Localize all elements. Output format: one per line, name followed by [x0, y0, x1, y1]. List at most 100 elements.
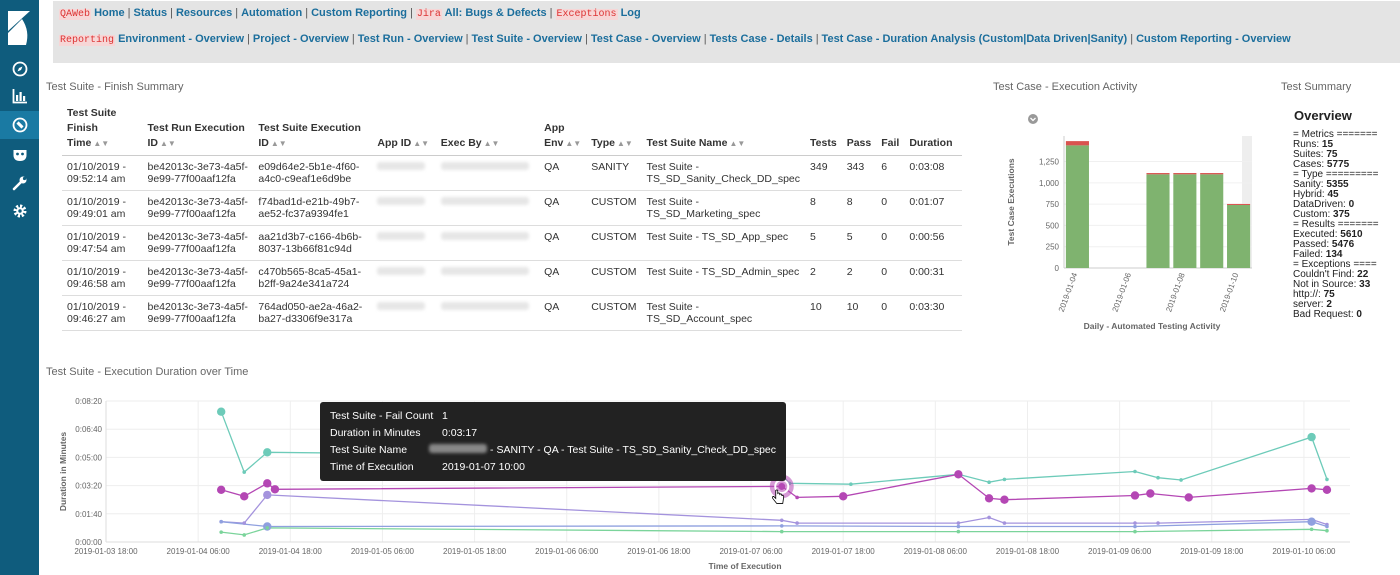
data-point[interactable] — [242, 521, 247, 525]
bar-failed[interactable] — [1065, 141, 1089, 146]
nav-primary-link-6[interactable]: Exceptions Log — [555, 7, 641, 20]
data-point[interactable] — [795, 495, 799, 500]
data-point[interactable] — [779, 518, 784, 523]
column-header-pass[interactable]: Pass — [841, 104, 877, 156]
nav-reporting-link-3[interactable]: Test Suite - Overview — [472, 33, 582, 45]
nav-reporting-link-6[interactable]: Test Case - Duration Analysis (Custom|Da… — [822, 33, 1128, 45]
data-point[interactable] — [779, 524, 784, 528]
management-gear-icon[interactable] — [0, 197, 39, 225]
data-point[interactable] — [956, 521, 961, 525]
data-point[interactable] — [984, 494, 994, 503]
nav-reporting-link-5[interactable]: Tests Case - Details — [710, 33, 813, 45]
discover-compass-icon[interactable] — [0, 55, 39, 83]
data-point[interactable] — [1322, 485, 1332, 495]
nav-primary-link-3[interactable]: Automation — [241, 7, 302, 19]
data-point[interactable] — [242, 533, 247, 537]
data-point[interactable] — [1307, 517, 1316, 526]
bar-failed[interactable] — [1200, 173, 1224, 175]
bar-passed[interactable] — [1227, 204, 1251, 268]
sort-icon[interactable]: ▲▼ — [617, 139, 633, 148]
dev-tools-wrench-icon[interactable] — [0, 169, 39, 197]
sort-icon[interactable]: ▲▼ — [93, 139, 109, 148]
sort-icon[interactable]: ▲▼ — [565, 139, 581, 148]
bar-passed[interactable] — [1173, 174, 1197, 268]
data-point[interactable] — [1002, 477, 1007, 482]
nav-primary-link-5[interactable]: Jira All: Bugs & Defects — [415, 7, 547, 20]
table-row[interactable]: 01/10/2019 - 09:52:14 am be42013c-3e73-4a… — [62, 155, 962, 191]
data-point[interactable] — [216, 407, 226, 416]
data-point[interactable] — [1156, 521, 1160, 525]
data-point[interactable] — [1000, 495, 1009, 504]
column-header-app-id[interactable]: App ID ▲▼ — [372, 104, 436, 156]
data-point[interactable] — [219, 530, 223, 534]
data-point[interactable] — [263, 479, 272, 488]
sort-icon[interactable]: ▲▼ — [484, 139, 500, 148]
timelion-mask-icon[interactable] — [0, 141, 39, 169]
data-point[interactable] — [956, 524, 961, 529]
nav-reporting-link-0[interactable]: Reporting Environment - Overview — [59, 33, 244, 46]
data-point[interactable] — [1130, 491, 1140, 500]
nav-primary-link-1[interactable]: Status — [134, 7, 168, 19]
column-header-exec-by[interactable]: Exec By ▲▼ — [435, 104, 540, 156]
data-point[interactable] — [1133, 529, 1137, 534]
sort-icon[interactable]: ▲▼ — [729, 139, 745, 148]
data-point[interactable] — [265, 526, 270, 530]
data-point[interactable] — [216, 485, 226, 495]
bar-failed[interactable] — [1173, 173, 1197, 175]
data-point[interactable] — [987, 515, 991, 520]
nav-primary-link-2[interactable]: Resources — [176, 7, 232, 19]
data-point[interactable] — [1133, 521, 1137, 525]
nav-reporting-link-4[interactable]: Test Case - Overview — [591, 33, 701, 45]
nav-primary-link-4[interactable]: Custom Reporting — [311, 7, 407, 19]
column-header-run-execution-id[interactable]: Test Run Execution ID ▲▼ — [142, 104, 254, 156]
data-point[interactable] — [1325, 524, 1329, 529]
bar-passed[interactable] — [1065, 145, 1089, 268]
chart-options-chevron-icon[interactable] — [1028, 114, 1038, 124]
table-row[interactable]: 01/10/2019 - 09:49:01 am be42013c-3e73-4a… — [62, 190, 962, 226]
data-point[interactable] — [270, 485, 280, 494]
data-point[interactable] — [240, 492, 249, 501]
bar-passed[interactable] — [1200, 174, 1224, 268]
column-header-duration[interactable]: Duration — [904, 104, 962, 156]
column-header-app-env[interactable]: App Env ▲▼ — [539, 104, 587, 156]
nav-primary-link-0[interactable]: QAWeb Home — [59, 7, 125, 20]
data-point[interactable] — [1325, 528, 1329, 533]
dashboard-gauge-icon[interactable] — [0, 111, 39, 139]
kibana-logo-icon[interactable] — [4, 9, 34, 47]
data-point[interactable] — [263, 448, 272, 457]
bar-failed[interactable] — [1227, 203, 1251, 205]
column-header-suite-execution-id[interactable]: Test Suite Execution ID ▲▼ — [253, 104, 373, 156]
visualize-chart-icon[interactable] — [0, 82, 39, 110]
column-header-tests[interactable]: Tests — [805, 104, 842, 156]
column-header-finish-time[interactable]: Test Suite Finish Time ▲▼ — [62, 104, 143, 156]
data-point[interactable] — [956, 529, 961, 534]
data-point[interactable] — [1309, 527, 1314, 532]
column-header-suite-name[interactable]: Test Suite Name ▲▼ — [641, 104, 806, 156]
bar-failed[interactable] — [1146, 173, 1170, 175]
table-row[interactable]: 01/10/2019 - 09:47:54 am be42013c-3e73-4a… — [62, 225, 962, 261]
data-point[interactable] — [849, 482, 853, 486]
nav-reporting-link-1[interactable]: Project - Overview — [253, 33, 349, 45]
hover-point[interactable] — [778, 482, 786, 490]
data-point[interactable] — [1133, 524, 1137, 529]
sort-icon[interactable]: ▲▼ — [160, 139, 176, 148]
data-point[interactable] — [795, 521, 799, 525]
data-point[interactable] — [1146, 489, 1155, 498]
sort-icon[interactable]: ▲▼ — [413, 139, 429, 148]
chevron-circle[interactable] — [1028, 114, 1038, 124]
data-point[interactable] — [1156, 475, 1160, 480]
data-point[interactable] — [1179, 478, 1183, 482]
data-point[interactable] — [1307, 484, 1316, 493]
data-point[interactable] — [779, 529, 784, 534]
data-point[interactable] — [1325, 477, 1329, 482]
series-line-4[interactable] — [221, 527, 1328, 536]
column-header-fail[interactable]: Fail — [876, 104, 905, 156]
nav-reporting-link-7[interactable]: Custom Reporting - Overview — [1136, 33, 1291, 45]
sort-icon[interactable]: ▲▼ — [271, 139, 287, 148]
data-point[interactable] — [219, 519, 223, 524]
data-point[interactable] — [1307, 432, 1316, 442]
data-point[interactable] — [954, 470, 963, 479]
data-point[interactable] — [242, 470, 247, 474]
data-point[interactable] — [838, 492, 848, 501]
column-header-type[interactable]: Type ▲▼ — [586, 104, 642, 156]
